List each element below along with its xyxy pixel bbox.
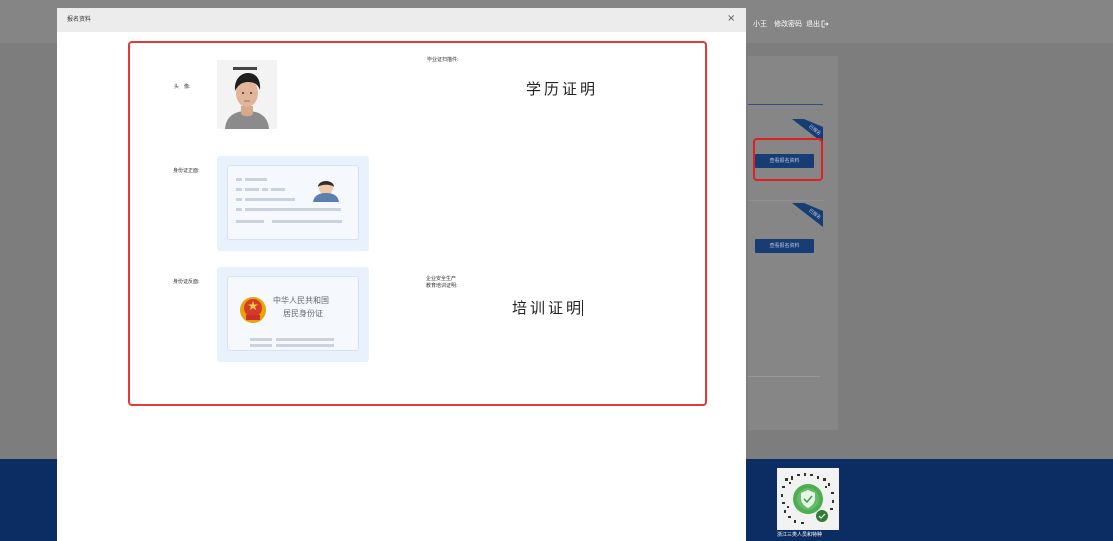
- avatar-photo[interactable]: [217, 60, 277, 129]
- view-registration-button[interactable]: 查看报名资料: [755, 239, 814, 253]
- username-label: 小王: [753, 20, 767, 28]
- graduation-cert-image[interactable]: 学历证明: [526, 78, 598, 99]
- logout-icon[interactable]: [821, 20, 829, 28]
- qr-caption: 浙江三类人员和特种: [777, 532, 823, 538]
- registered-ribbon: 已报名: [792, 203, 823, 227]
- qr-code: [777, 468, 839, 530]
- panel-divider: [748, 200, 823, 201]
- id-back-image[interactable]: 中华人民共和国 居民身份证: [217, 267, 369, 362]
- close-icon[interactable]: ×: [727, 14, 735, 24]
- training-cert-text: 培训证明: [512, 299, 585, 317]
- registration-info-modal: 报名资料 × 头 像: 毕业证扫描件: 学历证明 身份证正面: 身份证反面: 中…: [57, 8, 746, 541]
- id-back-label: 身份证反面:: [173, 279, 200, 285]
- avatar-label: 头 像:: [174, 84, 191, 90]
- training-cert-image[interactable]: 培训证明: [512, 297, 585, 318]
- id-back-line1: 中华人民共和国: [273, 296, 329, 305]
- change-password-link[interactable]: 修改密码: [774, 19, 802, 29]
- highlight-frame: [128, 41, 707, 406]
- text-cursor: [582, 300, 584, 316]
- modal-title: 报名资料: [67, 16, 92, 23]
- panel-divider: [748, 376, 820, 377]
- modal-header: 报名资料 ×: [57, 8, 746, 32]
- graduation-cert-label: 毕业证扫描件:: [427, 57, 459, 63]
- training-cert-label-line2: 教育培训证明:: [426, 283, 458, 289]
- training-cert-label-line1: 企业安全生产: [426, 276, 457, 282]
- highlight-box: [753, 138, 823, 181]
- id-back-line2: 居民身份证: [283, 309, 323, 318]
- panel-divider: [748, 104, 823, 105]
- logout-link[interactable]: 退出: [806, 19, 820, 29]
- id-front-image[interactable]: [217, 156, 369, 251]
- id-front-label: 身份证正面:: [173, 168, 200, 174]
